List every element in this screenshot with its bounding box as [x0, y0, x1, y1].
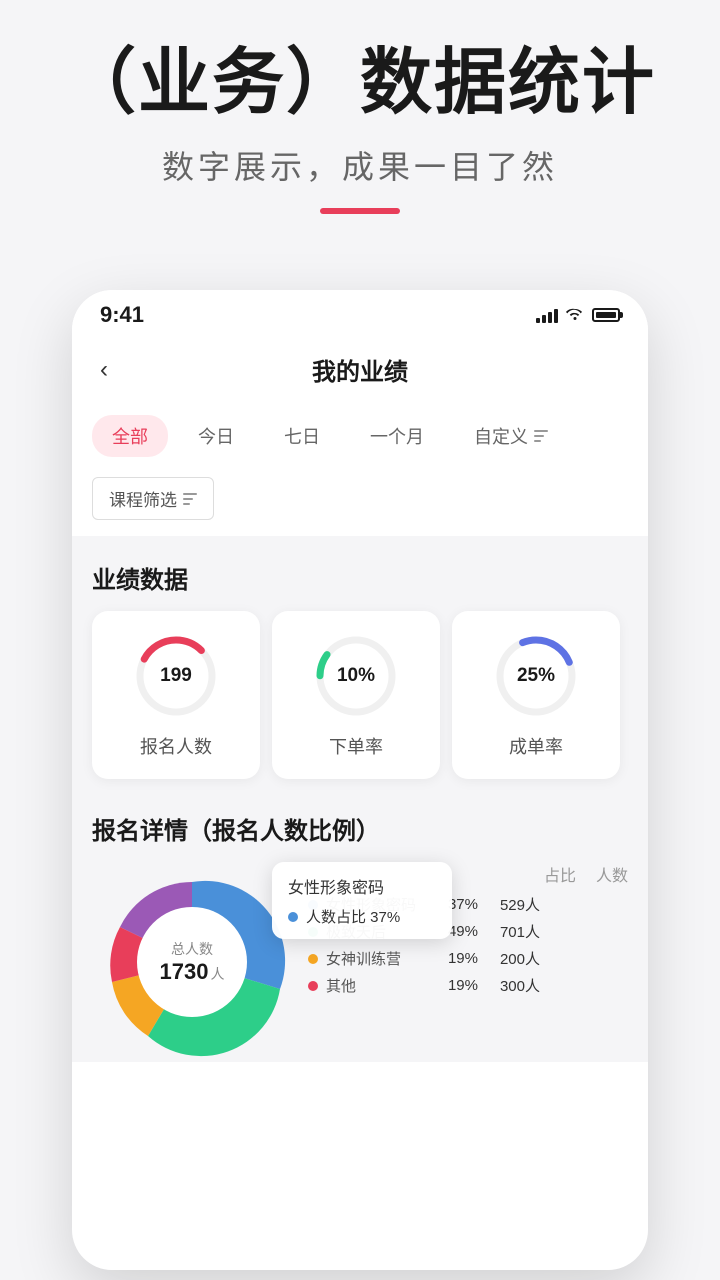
stat-card-order-rate: 10% 下单率	[272, 611, 440, 779]
stat-label-order-rate: 下单率	[329, 733, 383, 759]
donut-order-rate: 10%	[311, 631, 401, 721]
donut-close-rate: 25%	[491, 631, 581, 721]
stat-label-close-rate: 成单率	[509, 733, 563, 759]
tab-custom-label: 自定义	[474, 423, 528, 449]
app-header: ‹ 我的业绩	[72, 336, 648, 403]
tooltip-title: 女性形象密码	[288, 874, 436, 898]
legend-row-2: 女神训练营 19% 200人	[308, 948, 628, 969]
tooltip-item: 人数占比 37%	[288, 906, 436, 927]
course-filter-row: 课程筛选	[72, 469, 648, 536]
stat-card-registrations: 199 报名人数	[92, 611, 260, 779]
pie-chart: 总人数 1730 人 女性形象密码 人数占比 37%	[92, 862, 292, 1062]
wifi-icon	[566, 306, 584, 325]
tab-7days[interactable]: 七日	[264, 415, 340, 457]
page-title: 我的业绩	[312, 352, 408, 387]
pie-center-info: 总人数 1730 人	[160, 939, 225, 985]
stat-value-registrations: 199	[160, 665, 192, 687]
filter-tabs: 全部 今日 七日 一个月 自定义	[72, 403, 648, 469]
donut-registrations: 199	[131, 631, 221, 721]
tooltip-dot	[288, 912, 298, 922]
legend-name-3: 其他	[326, 975, 426, 996]
tab-today[interactable]: 今日	[178, 415, 254, 457]
pie-total-unit: 人	[210, 964, 224, 984]
stat-card-close-rate: 25% 成单率	[452, 611, 620, 779]
marketing-divider	[320, 208, 400, 214]
tab-custom[interactable]: 自定义	[454, 415, 568, 457]
marketing-section: （业务）数据统计 数字展示，成果一目了然	[0, 0, 720, 244]
stats-section: 业绩数据 199 报名人数	[72, 536, 648, 795]
stat-value-order-rate: 10%	[337, 665, 375, 687]
legend-dot-3	[308, 981, 318, 991]
stat-value-close-rate: 25%	[517, 665, 555, 687]
stats-cards-row: 199 报名人数 10% 下单率	[92, 611, 628, 779]
tooltip-popup: 女性形象密码 人数占比 37%	[272, 862, 452, 939]
signal-icon	[536, 307, 558, 323]
course-filter-label: 课程筛选	[109, 486, 177, 511]
legend-pct-2: 19%	[434, 950, 478, 967]
stat-label-registrations: 报名人数	[140, 733, 212, 759]
legend-header-count: 人数	[596, 862, 628, 886]
legend-count-3: 300人	[486, 975, 540, 996]
legend-name-2: 女神训练营	[326, 948, 426, 969]
stats-title: 业绩数据	[92, 560, 628, 595]
filter-icon	[534, 430, 548, 442]
tab-month[interactable]: 一个月	[350, 415, 444, 457]
course-filter-button[interactable]: 课程筛选	[92, 477, 214, 520]
legend-count-1: 701人	[486, 921, 540, 942]
pie-total-label: 总人数	[160, 939, 225, 959]
battery-icon	[592, 308, 620, 322]
legend-header-pct: 占比	[544, 862, 576, 886]
tab-all[interactable]: 全部	[92, 415, 168, 457]
registration-section: 报名详情（报名人数比例）	[72, 795, 648, 1062]
status-icons	[536, 306, 620, 325]
back-button[interactable]: ‹	[100, 356, 108, 384]
pie-total-value: 1730	[160, 959, 209, 985]
filter-icon2	[183, 493, 197, 505]
legend-pct-3: 19%	[434, 977, 478, 994]
legend-dot-2	[308, 954, 318, 964]
phone-mockup: 9:41 ‹ 我的业绩 全部 今日 七日 一个月	[72, 290, 648, 1270]
status-time: 9:41	[100, 302, 144, 328]
legend-row-3: 其他 19% 300人	[308, 975, 628, 996]
legend-count-2: 200人	[486, 948, 540, 969]
reg-title: 报名详情（报名人数比例）	[92, 811, 628, 846]
pie-area: 总人数 1730 人 女性形象密码 人数占比 37%	[92, 862, 628, 1062]
legend-count-0: 529人	[486, 894, 540, 915]
tooltip-item-label: 人数占比 37%	[306, 906, 400, 927]
status-bar: 9:41	[72, 290, 648, 336]
marketing-title: （业务）数据统计	[60, 40, 660, 126]
marketing-subtitle: 数字展示，成果一目了然	[60, 142, 660, 188]
